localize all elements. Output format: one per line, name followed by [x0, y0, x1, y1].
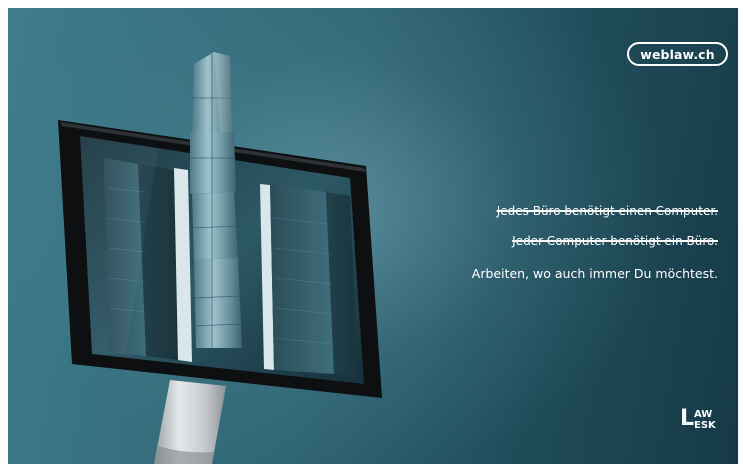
advertisement-banner: weblaw.ch Jedes Büro benötigt einen Comp…	[8, 8, 738, 464]
brand-url-text: weblaw.ch	[640, 46, 715, 62]
main-tagline: Arbeiten, wo auch immer Du möchtest.	[471, 266, 718, 281]
brand-url-badge[interactable]: weblaw.ch	[627, 42, 728, 66]
logo-word-top: AW	[694, 409, 713, 420]
logo-word-bottom: ESK	[694, 420, 716, 431]
logo-glyph: L	[680, 406, 695, 431]
struck-tagline-2: Jeder Computer benötigt ein Büro.	[512, 234, 718, 248]
lawdesk-logo-icon: L AW ESK	[680, 408, 720, 438]
skyscraper-illustration	[190, 52, 242, 348]
struck-tagline-1: Jedes Büro benötigt einen Computer.	[496, 204, 718, 218]
